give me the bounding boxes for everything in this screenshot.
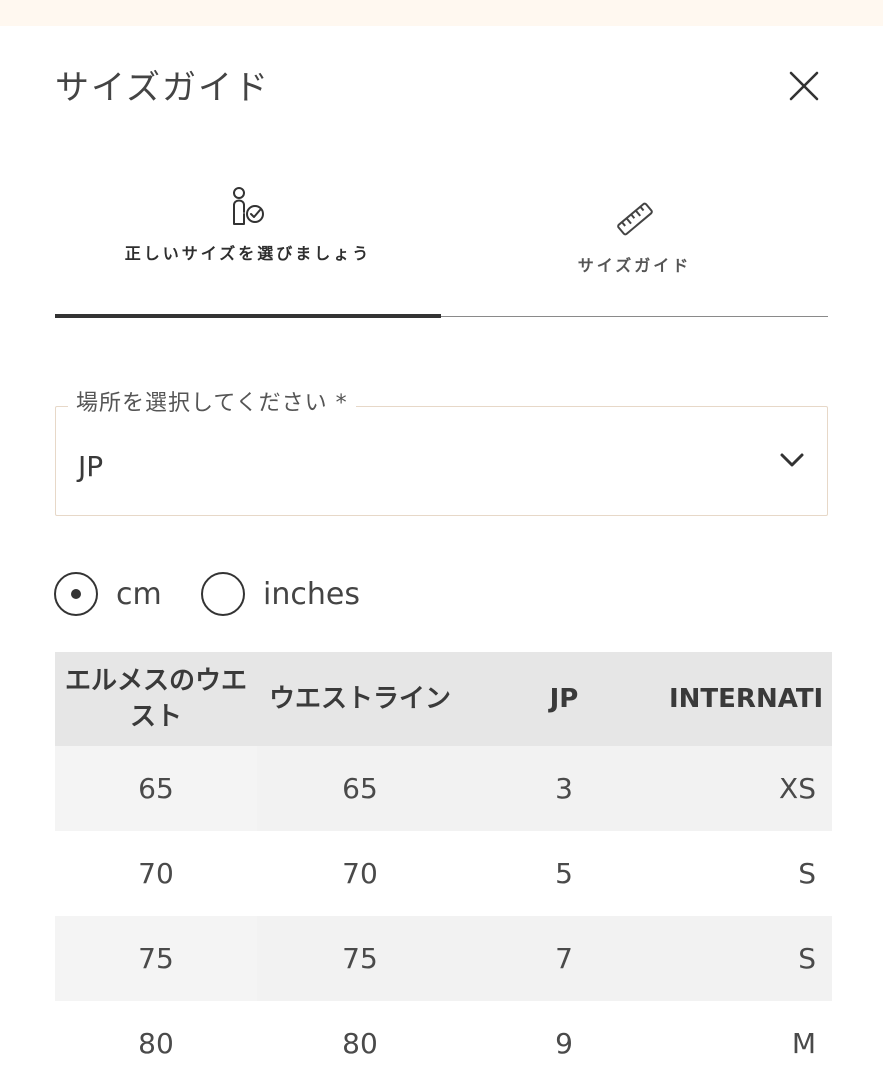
table-row: 70 70 5 S <box>55 831 832 916</box>
location-select-value[interactable]: JP <box>78 448 103 486</box>
close-button[interactable] <box>780 62 828 110</box>
unit-label-cm: cm <box>116 576 162 612</box>
active-tab-indicator <box>55 314 441 318</box>
close-icon[interactable] <box>780 62 828 110</box>
person-check-icon <box>233 187 264 225</box>
table-cell: 70 <box>138 857 174 890</box>
radio-selected-dot <box>71 589 81 599</box>
location-select[interactable] <box>55 406 828 516</box>
table-row: 65 65 3 XS <box>55 746 832 831</box>
top-band <box>0 0 883 26</box>
table-cell: 7 <box>463 916 665 1001</box>
table-cell: 75 <box>55 916 257 1001</box>
unit-radio-cm[interactable]: cm <box>54 570 162 618</box>
chevron-down-icon[interactable] <box>776 448 808 472</box>
table-cell: 65 <box>257 746 463 831</box>
radio-button-cm[interactable] <box>54 572 98 616</box>
table-cell: S <box>665 916 832 1001</box>
table-cell: 80 <box>138 1027 174 1060</box>
table-cell: 65 <box>55 746 257 831</box>
table-cell: S <box>798 857 816 890</box>
table-cell: 80 <box>342 1027 378 1060</box>
ruler-icon <box>616 202 653 236</box>
tab-size-guide[interactable]: サイズガイド <box>441 180 828 316</box>
header-international: INTERNATI <box>665 652 832 746</box>
table-cell: 5 <box>555 857 573 890</box>
table-cell: 75 <box>257 916 463 1001</box>
tab-find-right-size[interactable]: 正しいサイズを選びましょう <box>55 180 441 316</box>
location-select-label: 場所を選択してください * <box>68 389 356 419</box>
unit-label-inches: inches <box>263 576 360 612</box>
tab-label-size-guide: サイズガイド <box>577 256 692 275</box>
table-cell: XS <box>665 746 832 831</box>
modal-title: サイズガイド <box>55 68 270 108</box>
size-table: エルメスのウエスト ウエストライン JP INTERNATI 65 65 3 X… <box>55 652 832 1080</box>
size-guide-page: サイズガイド 正しいサイズを選びましょう サイズガイド 場所を選択してください … <box>0 0 883 1080</box>
radio-button-inches[interactable] <box>201 572 245 616</box>
unit-radio-inches[interactable]: inches <box>201 570 360 618</box>
table-cell: 9 <box>555 1027 573 1060</box>
header-hermes-waist: エルメスのウエスト <box>55 652 257 746</box>
table-cell: 3 <box>463 746 665 831</box>
header-waistline: ウエストライン <box>257 652 463 746</box>
table-cell: M <box>791 1027 816 1060</box>
table-row: 80 80 9 M <box>55 1001 832 1080</box>
table-row: 75 75 7 S <box>55 916 832 1001</box>
tab-label-find-right-size: 正しいサイズを選びましょう <box>124 244 372 263</box>
table-header-row: エルメスのウエスト ウエストライン JP INTERNATI <box>55 652 832 746</box>
table-cell: 70 <box>342 857 378 890</box>
header-jp: JP <box>463 652 665 746</box>
